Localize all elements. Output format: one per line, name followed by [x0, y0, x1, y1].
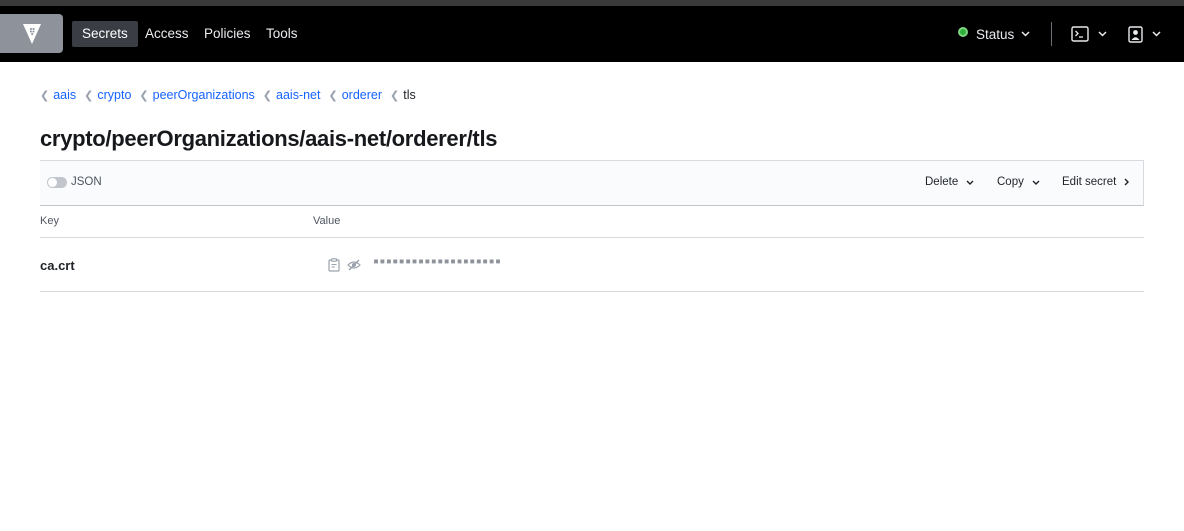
table-row-divider — [40, 291, 1144, 292]
nav-access[interactable]: Access — [135, 21, 199, 47]
status-indicator-icon — [958, 27, 968, 37]
masked-secret-value[interactable]: ▪▪▪▪▪▪▪▪▪▪▪▪▪▪▪▪▪▪▪▪ — [373, 256, 501, 267]
breadcrumb-item: ❮ aais — [40, 88, 76, 102]
json-toggle-label: JSON — [71, 176, 102, 188]
terminal-icon — [1071, 26, 1089, 42]
user-menu-button[interactable] — [1128, 23, 1161, 45]
breadcrumb-item: ❮ crypto — [84, 88, 131, 102]
chevron-right-icon — [1124, 178, 1130, 186]
column-header-key: Key — [40, 215, 59, 227]
breadcrumb-item: ❮ peerOrganizations — [139, 88, 254, 102]
eye-off-icon[interactable] — [347, 259, 361, 271]
breadcrumb-link-aais[interactable]: aais — [53, 88, 76, 102]
chevron-left-icon: ❮ — [328, 89, 338, 102]
breadcrumb-link-peer-organizations[interactable]: peerOrganizations — [153, 88, 255, 102]
status-label: Status — [976, 26, 1015, 42]
breadcrumb-item-current: ❮ tls — [390, 88, 416, 102]
breadcrumb: ❮ aais ❮ crypto ❮ peerOrganizations ❮ aa… — [40, 87, 424, 103]
toggle-knob — [48, 178, 57, 187]
chevron-left-icon: ❮ — [139, 89, 149, 102]
chevron-down-icon — [1021, 31, 1030, 37]
delete-button[interactable]: Delete — [925, 176, 974, 188]
breadcrumb-link-aais-net[interactable]: aais-net — [276, 88, 320, 102]
breadcrumb-current: tls — [403, 88, 416, 102]
column-header-value: Value — [313, 215, 341, 227]
breadcrumb-link-orderer[interactable]: orderer — [342, 88, 382, 102]
user-icon — [1128, 25, 1143, 43]
chevron-down-icon — [1152, 31, 1161, 37]
nav-secrets[interactable]: Secrets — [72, 21, 138, 47]
edit-secret-label: Edit secret — [1062, 176, 1117, 188]
status-menu[interactable]: Status — [958, 21, 1030, 47]
json-toggle[interactable] — [47, 177, 67, 188]
copy-button-label: Copy — [997, 176, 1024, 188]
chevron-left-icon: ❮ — [262, 89, 273, 102]
vault-logo-icon[interactable] — [0, 14, 63, 53]
chevron-down-icon — [1098, 31, 1107, 37]
chevron-left-icon: ❮ — [390, 89, 400, 102]
chevron-down-icon — [966, 180, 974, 185]
clipboard-copy-icon[interactable] — [328, 258, 340, 272]
page-title: crypto/peerOrganizations/aais-net/ordere… — [40, 126, 498, 151]
nav-tools[interactable]: Tools — [256, 21, 308, 47]
breadcrumb-item: ❮ orderer — [329, 88, 383, 102]
top-navbar: Secrets Access Policies Tools Status — [0, 6, 1184, 62]
breadcrumb-link-crypto[interactable]: crypto — [97, 88, 131, 102]
chevron-left-icon: ❮ — [40, 89, 50, 102]
secret-toolbar: JSON Delete Copy Edit secret — [40, 160, 1144, 206]
nav-policies[interactable]: Policies — [194, 21, 261, 47]
breadcrumb-item: ❮ aais-net — [263, 88, 321, 102]
copy-button[interactable]: Copy — [997, 176, 1040, 188]
chevron-down-icon — [1032, 180, 1040, 185]
console-menu-button[interactable] — [1071, 23, 1107, 45]
table-header-divider — [40, 237, 1144, 238]
edit-secret-button[interactable]: Edit secret — [1062, 176, 1130, 188]
chevron-left-icon: ❮ — [84, 89, 94, 102]
row-key: ca.crt — [40, 258, 75, 273]
nav-divider — [1051, 22, 1052, 46]
delete-button-label: Delete — [925, 176, 959, 188]
